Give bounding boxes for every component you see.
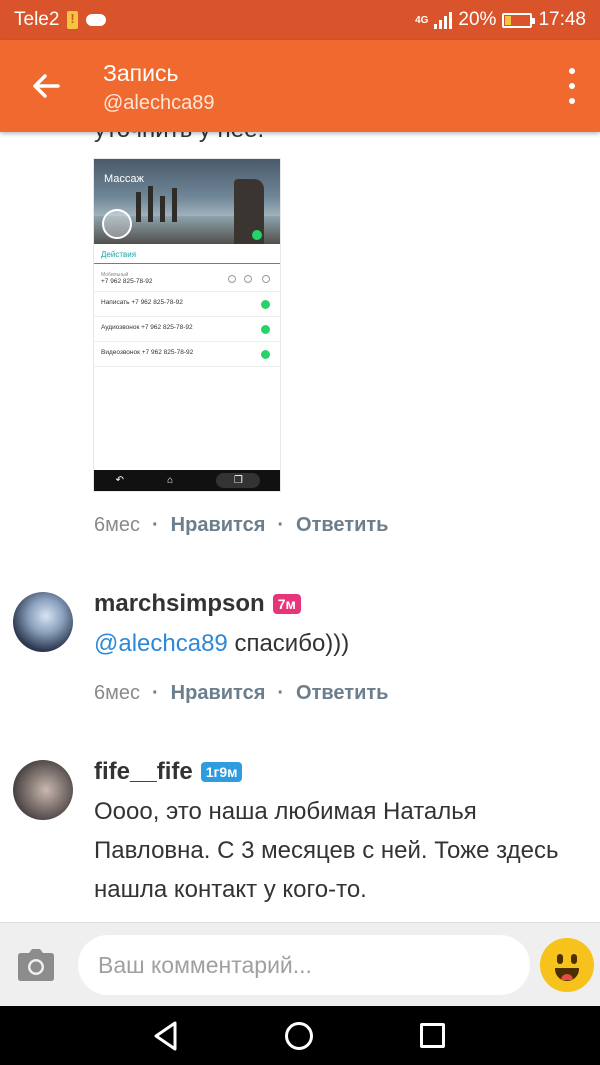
- cloud-icon: [86, 14, 107, 26]
- system-navigation-bar: [0, 1006, 600, 1065]
- mention-link[interactable]: @alechca89: [94, 630, 228, 657]
- nav-back-button[interactable]: [150, 1020, 182, 1052]
- camera-button[interactable]: [18, 949, 54, 981]
- clock: 17:48: [538, 9, 586, 30]
- sim-alert-icon: [67, 11, 79, 29]
- previous-comment-text: уточнить у нее.: [94, 132, 264, 144]
- page-subtitle[interactable]: @alechca89: [103, 92, 214, 115]
- comment-author-line: fife__fife 1г9м: [94, 758, 243, 786]
- triangle-back-icon: [154, 1021, 177, 1051]
- attached-screenshot-navbar: ↶ ⌂ ❐: [94, 470, 280, 491]
- arrow-left-icon: [33, 74, 60, 98]
- comments-feed[interactable]: уточнить у нее. Массаж Действия Мобильны…: [0, 132, 600, 922]
- comment-actions: 6мес · Нравится · Ответить: [94, 514, 389, 537]
- signal-icon: [434, 11, 453, 29]
- message-icon: [262, 275, 270, 283]
- camera-icon: [18, 949, 54, 981]
- more-options-button[interactable]: [566, 68, 578, 104]
- phone-row: Мобильный +7 962 825-78-92: [94, 268, 280, 292]
- status-bar: Tele2 4G 20% 17:48: [0, 0, 600, 40]
- attached-screenshot-header: Массаж: [94, 159, 280, 244]
- action-row: Аудиозвонок +7 962 825-78-92: [94, 317, 280, 342]
- whatsapp-icon: [261, 350, 270, 359]
- whatsapp-icon: [261, 325, 270, 334]
- back-button[interactable]: [28, 68, 64, 104]
- like-button[interactable]: Нравится: [171, 514, 266, 537]
- comment-text: Оооо, это наша любимая Наталья Павловна.…: [94, 798, 559, 903]
- contact-avatar-icon: [102, 209, 132, 239]
- page-title: Запись: [103, 60, 179, 86]
- home-icon: ⌂: [167, 475, 174, 486]
- comment-time: 6мес: [94, 682, 140, 704]
- carrier-label: Tele2: [14, 9, 60, 30]
- nav-recents-button[interactable]: [420, 1023, 445, 1048]
- network-type-label: 4G: [415, 14, 429, 26]
- author-badge: 7м: [272, 594, 301, 614]
- action-row: Видеозвонок +7 962 825-78-92: [94, 342, 280, 367]
- emoji-button[interactable]: [540, 938, 594, 992]
- reply-button[interactable]: Ответить: [296, 682, 388, 705]
- phone-icon: [244, 275, 252, 283]
- comment-actions: 6мес · Нравится · Ответить: [94, 682, 389, 705]
- author-badge: 1г9м: [200, 762, 243, 782]
- comment-time: 6мес: [94, 514, 140, 536]
- comment-author-line: marchsimpson 7м: [94, 590, 301, 618]
- avatar[interactable]: [13, 760, 73, 820]
- history-icon: [228, 275, 236, 283]
- comment-author[interactable]: marchsimpson: [94, 590, 265, 618]
- reply-button[interactable]: Ответить: [296, 514, 388, 537]
- whatsapp-icon: [252, 230, 262, 240]
- comment-input-bar: [0, 922, 600, 1006]
- attached-screenshot[interactable]: Массаж Действия Мобильный +7 962 825-78-…: [93, 158, 281, 492]
- comment-input[interactable]: [78, 935, 530, 995]
- like-button[interactable]: Нравится: [171, 682, 266, 705]
- comment-author[interactable]: fife__fife: [94, 758, 193, 786]
- app-bar: Запись @alechca89: [0, 40, 600, 132]
- avatar[interactable]: [13, 592, 73, 652]
- attached-screenshot-body: Действия Мобильный +7 962 825-78-92 Напи…: [94, 244, 280, 367]
- more-dot-icon: [569, 68, 575, 74]
- action-row: Написать +7 962 825-78-92: [94, 292, 280, 317]
- nav-home-button[interactable]: [285, 1022, 313, 1050]
- whatsapp-icon: [261, 300, 270, 309]
- recents-icon: ❐: [233, 475, 243, 486]
- battery-icon: [502, 12, 536, 28]
- comment-text: @alechca89 спасибо))): [94, 630, 350, 657]
- back-icon: ↶: [115, 475, 124, 486]
- attached-screenshot-title: Массаж: [104, 173, 144, 185]
- actions-section-title: Действия: [94, 244, 280, 264]
- battery-percent: 20%: [458, 9, 497, 30]
